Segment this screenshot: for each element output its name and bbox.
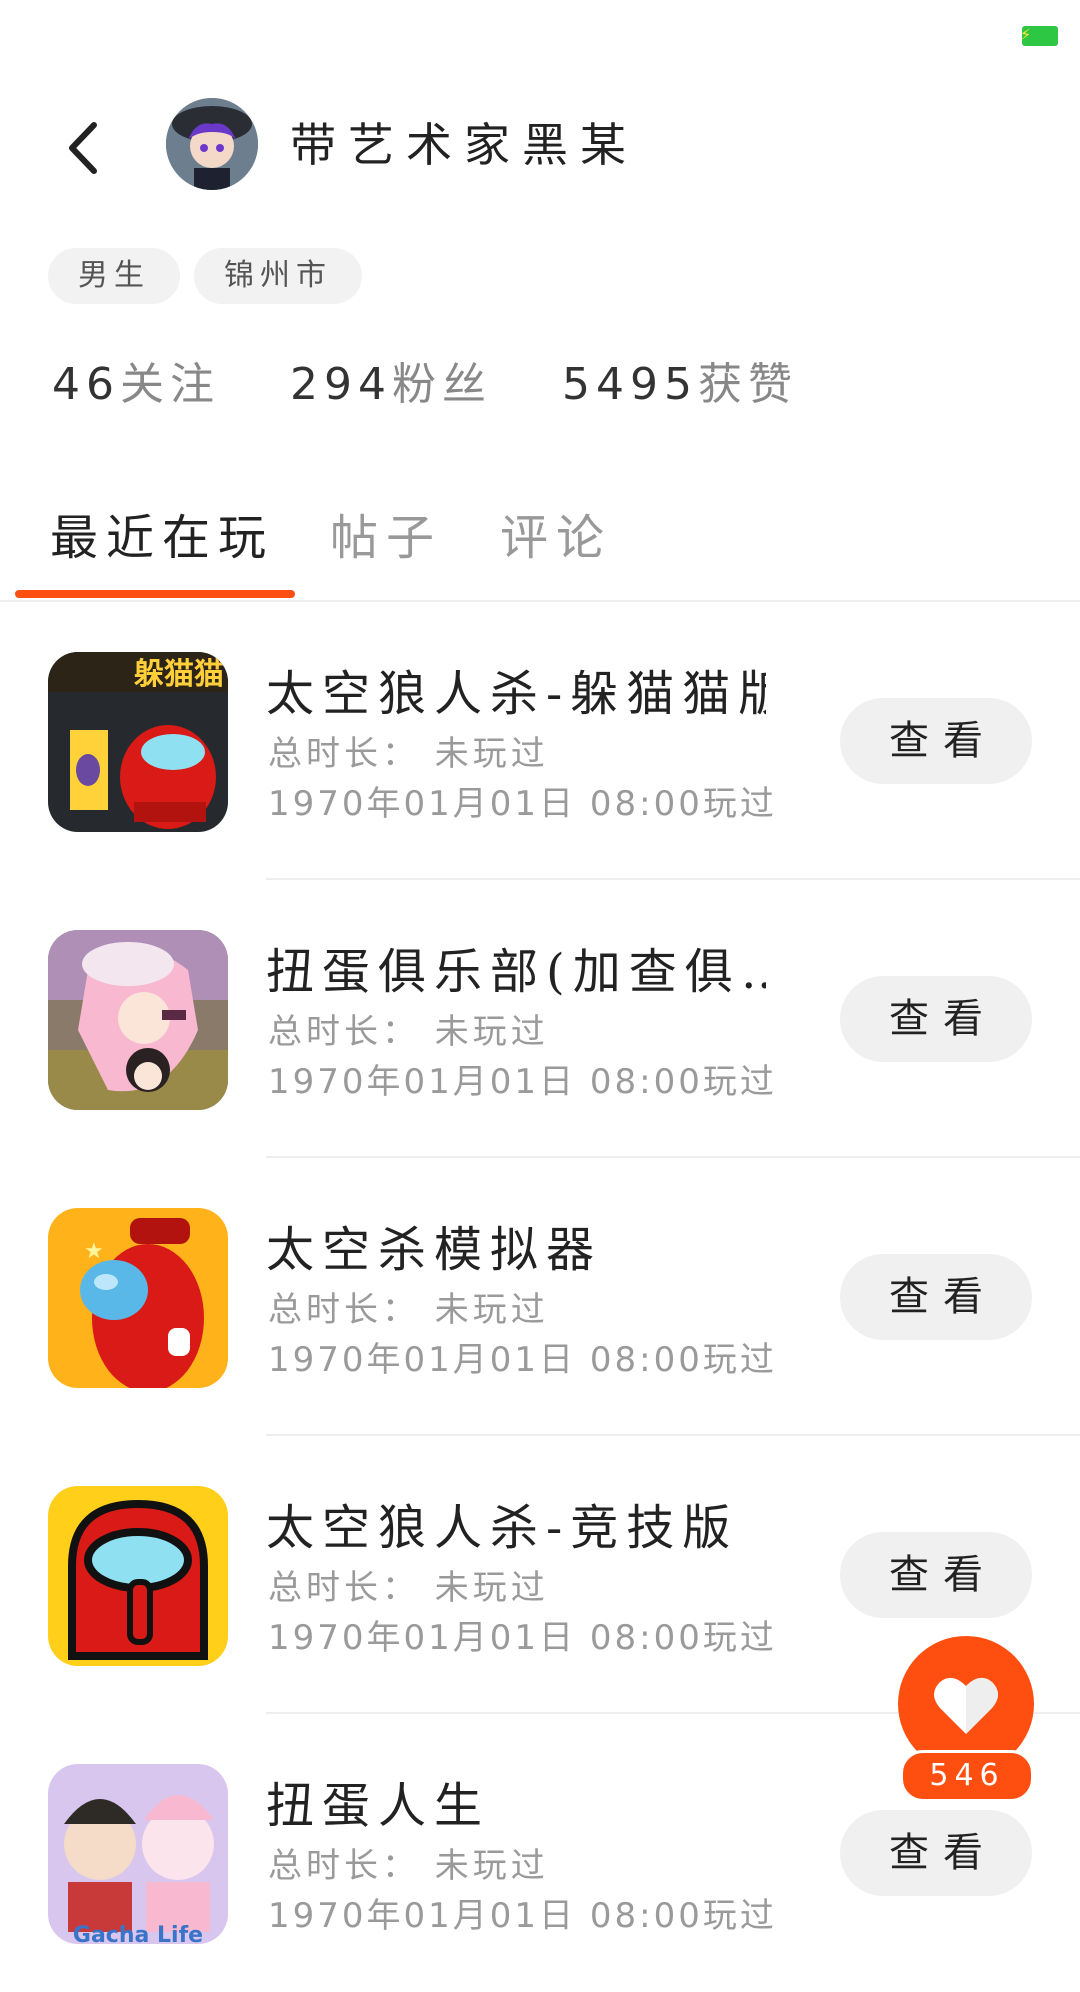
game-icon[interactable] bbox=[48, 930, 228, 1110]
profile-header: 带艺术家黑某 bbox=[0, 95, 1080, 195]
stat-value: 294 bbox=[290, 359, 392, 410]
list-item[interactable]: 躲猫猫 太空狼人杀-躲猫猫版 总时长： 未玩过 1970年01月01日 08:0… bbox=[0, 602, 1080, 880]
game-title: 太空狼人杀-躲猫猫版 bbox=[266, 666, 766, 722]
play-duration: 总时长： 未玩过 bbox=[268, 1290, 549, 1330]
play-duration: 总时长： 未玩过 bbox=[268, 1568, 549, 1608]
last-played: 1970年01月01日 08:00玩过 bbox=[268, 1618, 777, 1658]
game-title: 扭蛋人生 bbox=[266, 1778, 491, 1834]
game-icon[interactable]: 躲猫猫 bbox=[48, 652, 228, 832]
like-count: 546 bbox=[900, 1750, 1034, 1802]
view-button[interactable]: 查看 bbox=[840, 1532, 1032, 1618]
stat-label: 粉丝 bbox=[391, 359, 492, 410]
username: 带艺术家黑某 bbox=[290, 118, 638, 172]
last-played: 1970年01月01日 08:00玩过 bbox=[268, 1340, 777, 1380]
profile-tags: 男生 锦州市 bbox=[48, 248, 362, 304]
tag-city: 锦州市 bbox=[194, 248, 362, 304]
view-button[interactable]: 查看 bbox=[840, 1254, 1032, 1340]
game-icon[interactable] bbox=[48, 1486, 228, 1666]
last-played: 1970年01月01日 08:00玩过 bbox=[268, 784, 777, 824]
stat-followers[interactable]: 294粉丝 bbox=[290, 348, 492, 412]
svg-text:★: ★ bbox=[84, 1239, 104, 1264]
tab-recent-play[interactable]: 最近在玩 bbox=[50, 498, 274, 568]
back-arrow-icon[interactable] bbox=[60, 113, 110, 183]
tab-posts[interactable]: 帖子 bbox=[330, 498, 442, 568]
view-button[interactable]: 查看 bbox=[840, 976, 1032, 1062]
icon-badge-text: Gacha Life bbox=[73, 1923, 203, 1944]
play-duration: 总时长： 未玩过 bbox=[268, 734, 549, 774]
play-duration: 总时长： 未玩过 bbox=[268, 1846, 549, 1886]
view-button[interactable]: 查看 bbox=[840, 698, 1032, 784]
list-item[interactable]: 扭蛋俱乐部(加查俱… 总时长： 未玩过 1970年01月01日 08:00玩过 … bbox=[0, 880, 1080, 1158]
last-played: 1970年01月01日 08:00玩过 bbox=[268, 1896, 777, 1936]
icon-badge-text: 躲猫猫 bbox=[134, 657, 224, 692]
avatar[interactable] bbox=[166, 98, 258, 190]
game-icon[interactable]: Gacha Life bbox=[48, 1764, 228, 1944]
last-played: 1970年01月01日 08:00玩过 bbox=[268, 1062, 777, 1102]
game-title: 扭蛋俱乐部(加查俱… bbox=[266, 944, 766, 1000]
stat-label: 获赞 bbox=[697, 359, 798, 410]
stat-value: 46 bbox=[52, 359, 120, 410]
stat-following[interactable]: 46关注 bbox=[52, 348, 220, 412]
profile-stats: 46关注 294粉丝 5495获赞 bbox=[52, 348, 798, 412]
play-duration: 总时长： 未玩过 bbox=[268, 1012, 549, 1052]
stat-value: 5495 bbox=[561, 359, 698, 410]
tab-indicator bbox=[15, 590, 295, 598]
tab-comments[interactable]: 评论 bbox=[500, 498, 612, 568]
stat-likes[interactable]: 5495获赞 bbox=[562, 348, 798, 412]
game-title: 太空杀模拟器 bbox=[266, 1222, 603, 1278]
tab-bar: 最近在玩 帖子 评论 bbox=[0, 490, 1080, 602]
game-icon[interactable]: ★ bbox=[48, 1208, 228, 1388]
view-button[interactable]: 查看 bbox=[840, 1810, 1032, 1896]
stat-label: 关注 bbox=[120, 359, 220, 410]
list-item[interactable]: ★ 太空杀模拟器 总时长： 未玩过 1970年01月01日 08:00玩过 查看 bbox=[0, 1158, 1080, 1436]
tag-gender: 男生 bbox=[48, 248, 180, 304]
battery-icon: ⚡ bbox=[1020, 25, 1058, 46]
game-title: 太空狼人杀-竞技版 bbox=[266, 1500, 739, 1556]
